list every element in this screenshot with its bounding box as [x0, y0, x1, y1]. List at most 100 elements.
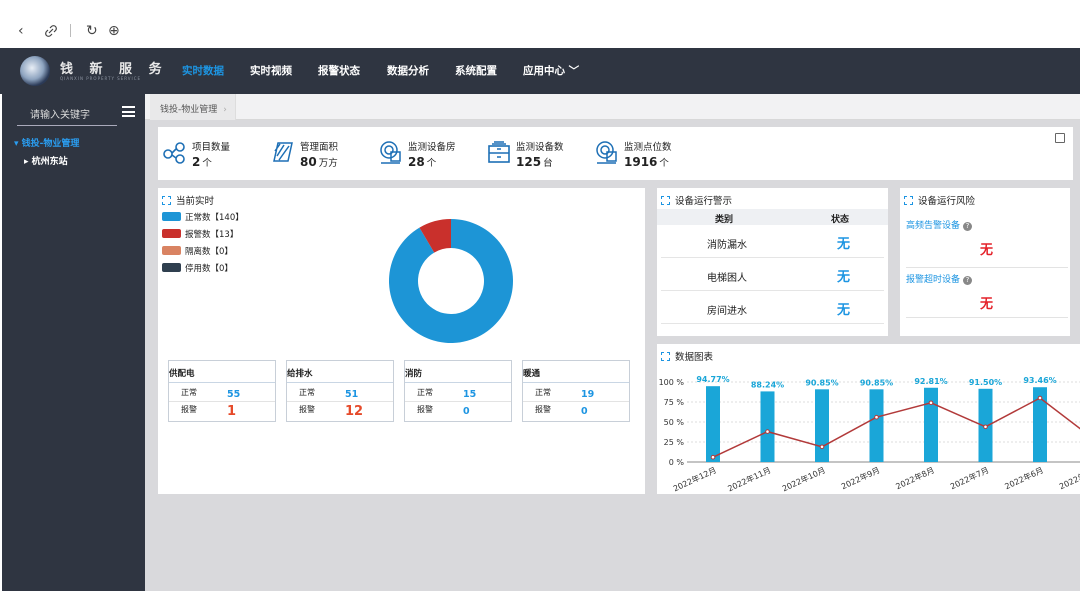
- back-icon[interactable]: ‹: [18, 24, 24, 38]
- normal-label: 正常: [299, 388, 315, 397]
- bar-value-label: 90.85%: [860, 378, 893, 387]
- bar[interactable]: [924, 387, 938, 462]
- panel-title: 当前实时: [162, 193, 214, 207]
- nav-system-config[interactable]: 系统配置: [455, 64, 497, 78]
- line-point[interactable]: [983, 424, 988, 430]
- line-point[interactable]: [928, 400, 934, 406]
- top-navigation: 钱 新 服 务 QIANXIN PROPERTY SERVICE 实时数据 实时…: [0, 48, 1080, 139]
- stat-value: 28 个: [408, 155, 437, 169]
- bar[interactable]: [706, 386, 720, 462]
- alarm-value: 12: [345, 404, 364, 419]
- line-point[interactable]: [710, 454, 716, 460]
- copy-icon[interactable]: [1055, 133, 1065, 143]
- logo-icon: [20, 56, 50, 86]
- help-icon[interactable]: ?: [963, 222, 973, 231]
- monitor-point-icon: [594, 139, 620, 165]
- normal-label: 正常: [181, 388, 197, 397]
- stat-label: 监测点位数: [624, 142, 672, 153]
- divider: [287, 382, 393, 383]
- browser-toolbar: ‹ ↻ ⊕: [0, 0, 1080, 48]
- table-row[interactable]: 房间进水无: [661, 291, 884, 324]
- risk-high-frequency[interactable]: 高频告警设备?: [906, 218, 973, 231]
- legend-alarm[interactable]: 报警数【13】: [162, 228, 238, 240]
- line-point[interactable]: [1037, 395, 1043, 401]
- bracket-icon: [904, 196, 913, 205]
- bar-value-label: 91.50%: [969, 378, 1002, 387]
- line-point[interactable]: [765, 429, 770, 434]
- system-card-power[interactable]: 供配电 正常 55 报警 1: [168, 360, 276, 422]
- legend-disabled[interactable]: 停用数【0】: [162, 262, 233, 274]
- help-icon[interactable]: ?: [963, 276, 973, 285]
- globe-icon[interactable]: ⊕: [108, 24, 120, 38]
- bracket-icon: [162, 196, 171, 205]
- bracket-icon: [661, 196, 670, 205]
- x-tick-label: 2022年8月: [894, 465, 936, 492]
- nav-realtime-video[interactable]: 实时视频: [250, 64, 292, 78]
- breadcrumb-item[interactable]: 钱投-物业管理 ›: [160, 102, 227, 115]
- x-tick-label: 2022年10月: [780, 465, 826, 494]
- line-point[interactable]: [874, 414, 879, 420]
- normal-value: 15: [463, 389, 477, 400]
- system-card-water[interactable]: 给排水 正常 51 报警 12: [286, 360, 394, 422]
- nav-app-center[interactable]: 应用中心 ﹀: [523, 64, 579, 78]
- alarm-value: 0: [463, 406, 470, 417]
- alarm-label: 报警: [535, 405, 551, 414]
- stat-label: 管理面积: [300, 142, 339, 153]
- normal-value: 19: [581, 389, 595, 400]
- alarm-label: 报警: [299, 405, 315, 414]
- divider: [906, 317, 1068, 318]
- panel-title: 数据图表: [661, 349, 713, 363]
- line-point[interactable]: [819, 444, 825, 450]
- x-tick-label: 2022年11月: [726, 465, 772, 494]
- legend-normal[interactable]: 正常数【140】: [162, 211, 244, 223]
- bar[interactable]: [869, 389, 884, 462]
- search-input[interactable]: 请输入关键字: [30, 106, 90, 121]
- bar[interactable]: [815, 389, 829, 462]
- bar-value-label: 92.81%: [914, 377, 947, 386]
- bar[interactable]: [760, 391, 775, 462]
- panel-title: 设备运行警示: [661, 193, 732, 207]
- legend-swatch: [162, 212, 181, 221]
- column-type: 类别: [715, 215, 734, 225]
- system-title: 暖通: [523, 369, 541, 379]
- sidebar: 请输入关键字 ▾ 钱投-物业管理 ▸ 杭州东站: [2, 94, 145, 591]
- bar-value-label: 93.46%: [1023, 376, 1056, 385]
- risk-timeout[interactable]: 报警超时设备?: [906, 272, 973, 285]
- nav-realtime-data[interactable]: 实时数据: [182, 64, 224, 78]
- system-card-hvac[interactable]: 暖通 正常 19 报警 0: [522, 360, 630, 422]
- tree-node-root[interactable]: ▾ 钱投-物业管理: [14, 136, 79, 149]
- normal-label: 正常: [417, 388, 433, 397]
- realtime-panel: 当前实时 正常数【140】 报警数【13】 隔离数【0】 停用数【0】 供配电 …: [158, 188, 645, 494]
- device-count-icon: [486, 139, 512, 165]
- legend-isolated[interactable]: 隔离数【0】: [162, 245, 233, 257]
- x-tick-label: 2022年7月: [949, 465, 991, 492]
- refresh-icon[interactable]: ↻: [86, 24, 98, 38]
- system-card-fire[interactable]: 消防 正常 15 报警 0: [404, 360, 512, 422]
- search-underline: [17, 125, 117, 126]
- nav-data-analysis[interactable]: 数据分析: [387, 64, 429, 78]
- link-icon[interactable]: [44, 24, 58, 42]
- menu-icon[interactable]: [122, 106, 135, 117]
- alarm-label: 报警: [181, 405, 197, 414]
- stat-value: 2个: [192, 155, 212, 169]
- divider: [906, 267, 1068, 268]
- x-tick-label: 2022年9月: [840, 465, 882, 492]
- legend-swatch: [162, 229, 181, 238]
- column-status: 状态: [831, 215, 850, 225]
- divider: [70, 24, 71, 37]
- risk-timeout-value: 无: [980, 297, 994, 312]
- main-content: 钱投-物业管理 › 项目数量 2个 管理面积 80 万方 监测设备房 28 个 监测设…: [145, 94, 1080, 591]
- tree-node-hangzhou-east[interactable]: ▸ 杭州东站: [24, 154, 68, 167]
- x-tick-label: 2022年5月: [1058, 465, 1080, 492]
- system-title: 供配电: [169, 369, 195, 379]
- summary-stats: 项目数量 2个 管理面积 80 万方 监测设备房 28 个 监测设备数 125 台 监…: [158, 127, 1073, 180]
- table-row[interactable]: 消防漏水无: [661, 225, 884, 258]
- stat-label: 监测设备房: [408, 142, 456, 153]
- stat-label: 项目数量: [192, 142, 231, 153]
- nav-alarm-status[interactable]: 报警状态: [318, 64, 360, 78]
- x-tick-label: 2022年12月: [671, 465, 717, 494]
- stat-value: 1916 个: [624, 155, 669, 169]
- table-row[interactable]: 电梯困人无: [661, 258, 884, 291]
- status-donut-chart: [389, 219, 513, 343]
- divider: [405, 382, 511, 383]
